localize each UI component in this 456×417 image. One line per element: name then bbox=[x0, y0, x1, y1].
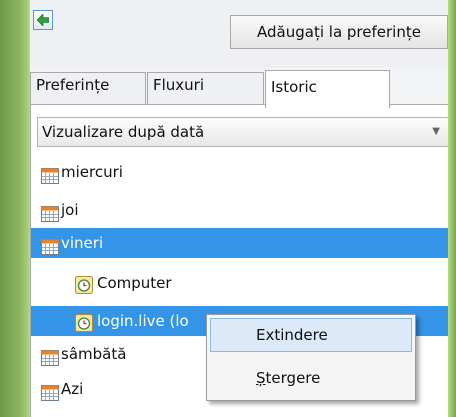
history-site-label: Computer bbox=[97, 274, 172, 292]
pin-back-button[interactable] bbox=[33, 10, 53, 30]
calendar-icon bbox=[41, 164, 59, 194]
chevron-down-icon: ▼ bbox=[432, 126, 440, 137]
view-by-selected: Vizualizare după dată bbox=[42, 123, 205, 141]
calendar-icon bbox=[41, 235, 59, 265]
tab-history[interactable]: Istoric bbox=[265, 70, 390, 108]
history-day-label: vineri bbox=[61, 234, 104, 252]
context-menu: Extindere Ștergere bbox=[206, 314, 416, 401]
history-day-row[interactable]: vineri bbox=[31, 228, 448, 258]
calendar-icon bbox=[41, 346, 59, 376]
history-site-label: login.live (lo bbox=[97, 312, 189, 330]
history-pane: Vizualizare după dată ▼ miercuri joi vin… bbox=[30, 105, 448, 417]
menu-item-delete-accel: Ș bbox=[256, 369, 266, 387]
history-day-row[interactable]: miercuri bbox=[31, 157, 448, 187]
history-day-row[interactable]: joi bbox=[31, 195, 448, 225]
history-page-icon bbox=[75, 312, 93, 342]
history-day-label: miercuri bbox=[61, 163, 123, 181]
tab-favorites[interactable]: Preferințe bbox=[30, 72, 146, 106]
menu-item-delete[interactable]: Ștergere bbox=[210, 361, 412, 395]
view-by-dropdown[interactable]: Vizualizare după dată ▼ bbox=[37, 117, 448, 147]
menu-item-expand[interactable]: Extindere bbox=[210, 318, 412, 352]
history-day-label: joi bbox=[61, 201, 79, 219]
calendar-icon bbox=[41, 381, 59, 411]
favorites-toolbar: Adăugați la preferințe bbox=[30, 0, 448, 68]
history-page-icon bbox=[75, 274, 93, 304]
favorites-center-panel: Adăugați la preferințe Preferințe Fluxur… bbox=[30, 0, 448, 417]
tab-feeds[interactable]: Fluxuri bbox=[147, 72, 264, 106]
add-to-favorites-button[interactable]: Adăugați la preferințe bbox=[230, 15, 448, 49]
history-site-row[interactable]: Computer bbox=[31, 268, 448, 298]
tab-strip: Preferințe Fluxuri Istoric bbox=[30, 70, 448, 108]
history-day-label: Azi bbox=[61, 380, 84, 398]
green-back-arrow-icon bbox=[37, 14, 49, 26]
menu-item-delete-rest: tergere bbox=[265, 369, 321, 387]
history-day-label: sâmbătă bbox=[61, 345, 127, 363]
